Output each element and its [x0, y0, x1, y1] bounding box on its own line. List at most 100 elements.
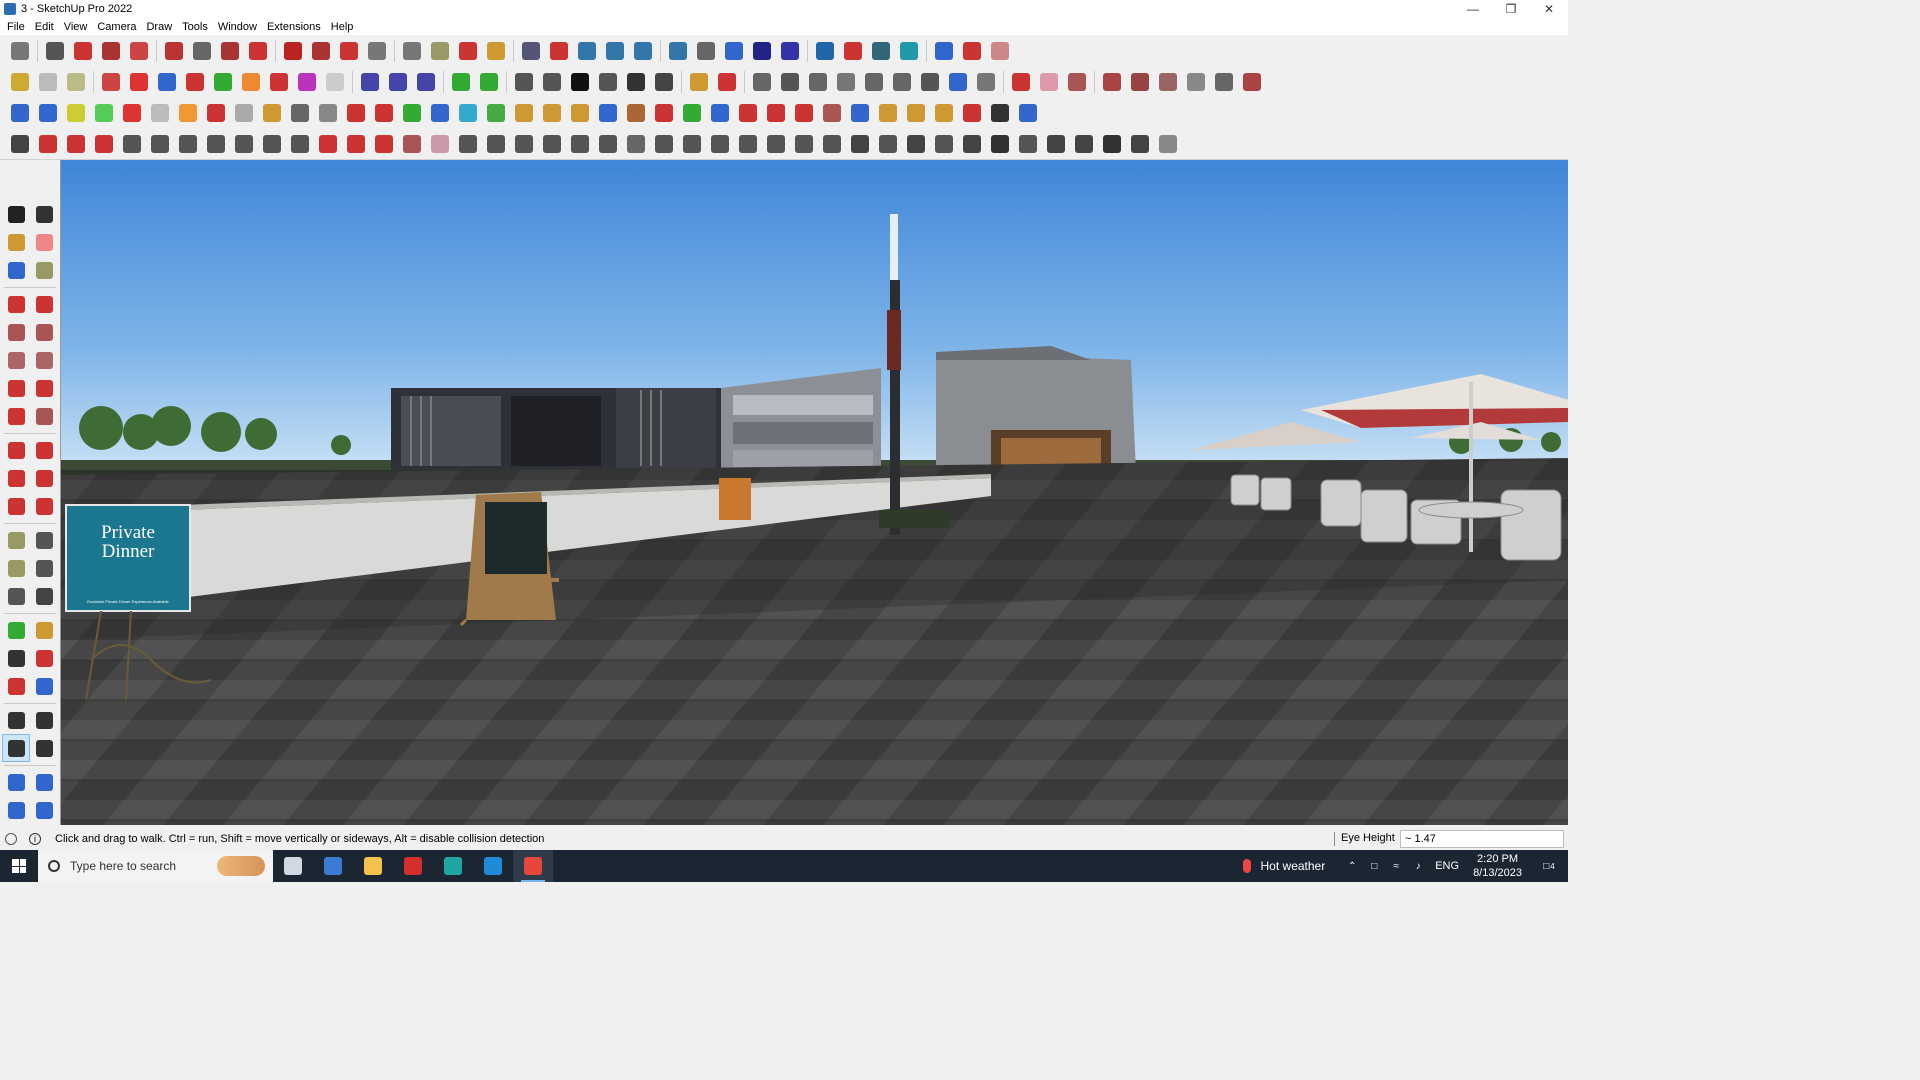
zoom-extents-icon[interactable] [2, 672, 30, 700]
calculator-icon[interactable] [313, 850, 353, 882]
input-language[interactable]: ENG [1435, 860, 1459, 872]
menu-file[interactable]: File [2, 21, 30, 33]
toolbar-row2-tool-15-icon[interactable] [412, 68, 440, 96]
toolbar-row4-tool-20-icon[interactable] [538, 130, 566, 158]
3d-viewport[interactable]: Private Dinner Exclusive Private Dinner … [60, 160, 1568, 825]
outliner-icon[interactable] [2, 768, 30, 796]
toolbar-row4-tool-14-icon[interactable] [370, 130, 398, 158]
freehand-icon[interactable] [30, 290, 58, 318]
toolbar-row3-tool-35-icon[interactable] [958, 99, 986, 127]
toolbar-row4-tool-31-icon[interactable] [846, 130, 874, 158]
rotate-icon[interactable] [2, 464, 30, 492]
look-around-icon[interactable] [30, 706, 58, 734]
toolbar-row3-tool-15-icon[interactable] [398, 99, 426, 127]
geo-location-icon[interactable] [5, 833, 17, 845]
toolbar-row2-tool-2-icon[interactable] [34, 68, 62, 96]
previous-view-icon[interactable] [30, 672, 58, 700]
toolbar-row3-tool-24-icon[interactable] [650, 99, 678, 127]
toolbar-row1-tool-28-icon[interactable] [811, 37, 839, 65]
toolbar-row1-tool-12-icon[interactable] [335, 37, 363, 65]
toolbar-row2-tool-6-icon[interactable] [153, 68, 181, 96]
section-fill-icon[interactable] [30, 768, 58, 796]
protractor-icon[interactable] [2, 554, 30, 582]
toolbar-row4-tool-22-icon[interactable] [594, 130, 622, 158]
wifi-icon[interactable]: ≈ [1387, 859, 1405, 873]
toolbar-row1-tool-21-icon[interactable] [601, 37, 629, 65]
toolbar-row4-tool-5-icon[interactable] [118, 130, 146, 158]
toolbar-row1-tool-24-icon[interactable] [692, 37, 720, 65]
weather-text[interactable]: Hot weather [1261, 859, 1326, 873]
taskbar-search[interactable]: Type here to search [38, 850, 273, 882]
toolbar-row2-tool-38-icon[interactable] [1098, 68, 1126, 96]
toolbar-row2-tool-35-icon[interactable] [1007, 68, 1035, 96]
3d-text-icon[interactable] [30, 582, 58, 610]
toolbar-row2-tool-19-icon[interactable] [538, 68, 566, 96]
toolbar-row1-tool-8-icon[interactable] [216, 37, 244, 65]
tape-measure-icon[interactable] [30, 256, 58, 284]
toolbar-row2-tool-36-icon[interactable] [1035, 68, 1063, 96]
toolbar-row4-tool-28-icon[interactable] [762, 130, 790, 158]
toolbar-row3-tool-14-icon[interactable] [370, 99, 398, 127]
toolbar-row3-tool-29-icon[interactable] [790, 99, 818, 127]
toolbar-row4-tool-23-icon[interactable] [622, 130, 650, 158]
toolbar-row2-tool-11-icon[interactable] [293, 68, 321, 96]
make-component-icon[interactable] [2, 256, 30, 284]
toolbar-row1-tool-2-icon[interactable] [41, 37, 69, 65]
meet-now-icon[interactable]: □ [1365, 859, 1383, 873]
toolbar-row4-tool-7-icon[interactable] [174, 130, 202, 158]
task-view-icon[interactable] [273, 850, 313, 882]
toolbar-row4-tool-3-icon[interactable] [62, 130, 90, 158]
toolbar-row2-tool-14-icon[interactable] [384, 68, 412, 96]
scene-render[interactable]: Private Dinner Exclusive Private Dinner … [61, 160, 1568, 825]
toolbar-row4-tool-25-icon[interactable] [678, 130, 706, 158]
toolbar-row2-tool-23-icon[interactable] [650, 68, 678, 96]
toolbar-row4-tool-29-icon[interactable] [790, 130, 818, 158]
toolbar-row3-tool-11-icon[interactable] [286, 99, 314, 127]
toolbar-row3-tool-2-icon[interactable] [34, 99, 62, 127]
toolbar-row2-tool-37-icon[interactable] [1063, 68, 1091, 96]
toolbar-row4-tool-33-icon[interactable] [902, 130, 930, 158]
toolbar-row3-tool-27-icon[interactable] [734, 99, 762, 127]
toolbar-row4-tool-8-icon[interactable] [202, 130, 230, 158]
toolbar-row1-tool-31-icon[interactable] [895, 37, 923, 65]
polygon-icon[interactable] [30, 346, 58, 374]
toolbar-row2-tool-39-icon[interactable] [1126, 68, 1154, 96]
menu-edit[interactable]: Edit [30, 21, 59, 33]
edge-icon[interactable] [473, 850, 513, 882]
toolbar-row4-tool-15-icon[interactable] [398, 130, 426, 158]
toolbar-row2-tool-28-icon[interactable] [804, 68, 832, 96]
toolbar-row1-tool-4-icon[interactable] [97, 37, 125, 65]
toolbar-row4-tool-27-icon[interactable] [734, 130, 762, 158]
toolbar-row4-tool-36-icon[interactable] [986, 130, 1014, 158]
toolbar-row2-tool-12-icon[interactable] [321, 68, 349, 96]
follow-me-icon[interactable] [30, 464, 58, 492]
toolbar-row3-tool-23-icon[interactable] [622, 99, 650, 127]
walk-icon[interactable] [2, 734, 30, 762]
toolbar-row1-tool-19-icon[interactable] [545, 37, 573, 65]
toolbar-row4-tool-40-icon[interactable] [1098, 130, 1126, 158]
toolbar-row2-tool-24-icon[interactable] [685, 68, 713, 96]
toolbar-row2-tool-30-icon[interactable] [860, 68, 888, 96]
toolbar-row4-tool-19-icon[interactable] [510, 130, 538, 158]
toolbar-row3-tool-34-icon[interactable] [930, 99, 958, 127]
toolbar-row2-tool-42-icon[interactable] [1210, 68, 1238, 96]
toolbar-row2-tool-3-icon[interactable] [62, 68, 90, 96]
three-point-arc-icon[interactable] [2, 402, 30, 430]
arc-icon[interactable] [2, 374, 30, 402]
maximize-icon[interactable]: ❐ [1492, 0, 1530, 18]
notification-icon[interactable]: □ 4 [1536, 861, 1562, 872]
toolbar-row3-tool-1-icon[interactable] [6, 99, 34, 127]
toolbar-row1-tool-32-icon[interactable] [930, 37, 958, 65]
toolbar-row3-tool-31-icon[interactable] [846, 99, 874, 127]
toolbar-row4-tool-18-icon[interactable] [482, 130, 510, 158]
offset-icon[interactable] [30, 492, 58, 520]
menu-draw[interactable]: Draw [141, 21, 177, 33]
toolbar-row2-tool-7-icon[interactable] [181, 68, 209, 96]
toolbar-row1-tool-5-icon[interactable] [125, 37, 153, 65]
toolbar-row4-tool-6-icon[interactable] [146, 130, 174, 158]
toolbar-row4-tool-30-icon[interactable] [818, 130, 846, 158]
toolbar-row2-tool-17-icon[interactable] [475, 68, 503, 96]
toolbar-row4-tool-11-icon[interactable] [286, 130, 314, 158]
toolbar-row3-tool-16-icon[interactable] [426, 99, 454, 127]
toolbar-row4-tool-12-icon[interactable] [314, 130, 342, 158]
